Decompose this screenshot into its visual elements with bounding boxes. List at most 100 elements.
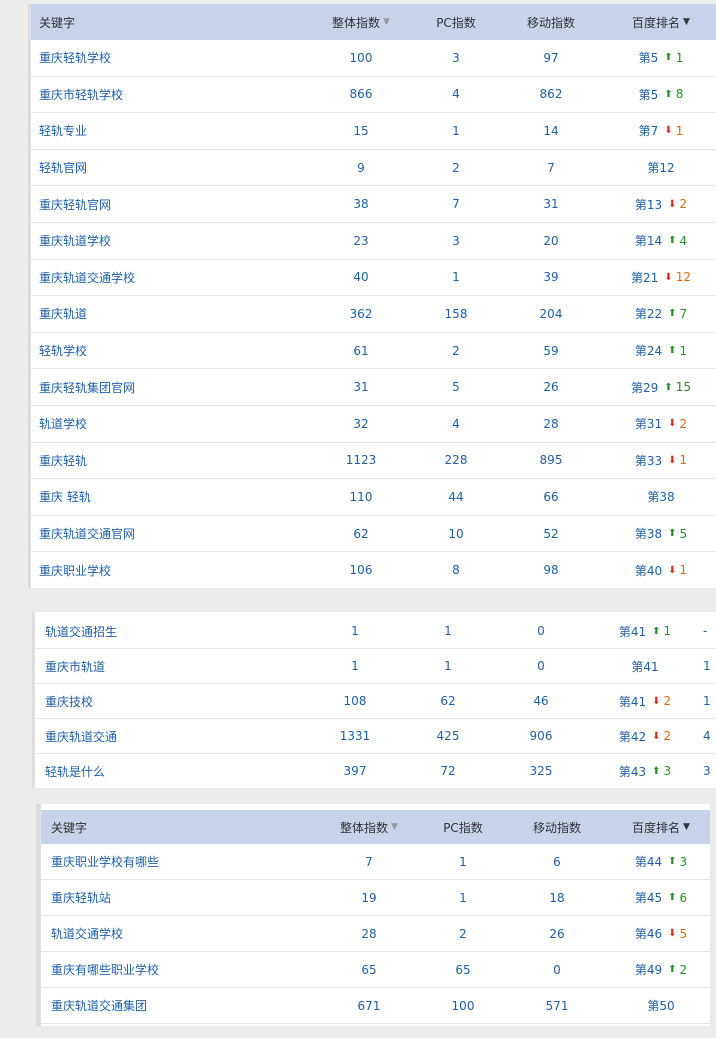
rank-change-value: 3 [679, 854, 688, 869]
keyword-link[interactable]: 轻轨专业 [39, 113, 239, 149]
header-baidu-rank[interactable]: 百度排名 ▼ [601, 4, 716, 40]
mobile-index-value: 59 [543, 343, 559, 358]
keyword-link[interactable]: 重庆轻轨站 [51, 880, 251, 915]
mobile-index-value: 31 [543, 197, 559, 212]
rank-change-value: 3 [663, 764, 672, 778]
header-baidu-rank[interactable]: 百度排名 ▼ [601, 810, 710, 844]
sort-caret-icon[interactable]: ▼ [683, 822, 690, 832]
mobile-index-value: 14 [543, 123, 559, 138]
rank-value: 第38 [634, 527, 663, 542]
table-row: 轨道交通招生 1 1 0 第41 ⬆ 1- [35, 614, 716, 649]
keyword-link[interactable]: 轻轨官网 [39, 150, 239, 186]
arrow-down-icon: ⬇ [652, 730, 661, 742]
table-row: 重庆技校 108 62 46 第41 ⬇ 2 1 [35, 684, 716, 719]
table-row: 轻轨官网 9 2 7 第12 [31, 150, 716, 187]
arrow-down-icon: ⬇ [664, 125, 673, 137]
rank-value: 第41 [631, 659, 659, 674]
rank-value: 第21 [631, 270, 659, 285]
keyword-link[interactable]: 重庆轻轨学校 [39, 40, 239, 76]
header-baidu-rank-label: 百度排名 [632, 15, 681, 30]
header-pc-index-label: PC指数 [436, 15, 476, 30]
rank-change: ⬆ 2 [668, 963, 687, 977]
keyword-link[interactable]: 重庆职业学校有哪些 [51, 844, 251, 879]
keyword-link[interactable]: 重庆轨道 [39, 296, 239, 332]
rank-change-value: 1 [679, 453, 688, 468]
baidu-rank-cell: 第12 [601, 150, 716, 186]
header-baidu-rank-label: 百度排名 [632, 820, 681, 835]
overall-index-value: 23 [353, 233, 369, 248]
keyword-link[interactable]: 重庆轨道学校 [39, 223, 239, 259]
keyword-link[interactable]: 重庆轻轨集团官网 [39, 369, 239, 405]
overall-index-value: 65 [361, 962, 377, 977]
rank-value: 第50 [647, 999, 675, 1013]
mobile-index-value: 26 [549, 926, 565, 941]
mobile-index-value: 52 [543, 526, 559, 541]
header-overall-index[interactable]: 整体指数 ▼ [311, 4, 411, 40]
pc-index-value: 44 [448, 489, 464, 504]
keyword-link[interactable]: 重庆职业学校 [39, 552, 239, 588]
keyword-link[interactable]: 重庆轨道交通学校 [39, 260, 239, 296]
keyword-table-1: 关键字 整体指数 ▼ PC指数 移动指数 百度排名 ▼ 重庆轻轨学校 100 3 97 第5 ⬆ 1 重庆市… [30, 4, 716, 588]
rank-change: ⬆ 6 [668, 891, 687, 905]
rank-change: ⬇ 1 [668, 563, 687, 577]
pc-index-value: 100 [451, 998, 475, 1013]
header-pc-index-label: PC指数 [443, 820, 483, 835]
table-row: 轻轨是什么 397 72 325 第43 ⬆ 3 3 [35, 754, 716, 788]
overall-index-value: 1 [351, 659, 359, 673]
rank-change: ⬆ 5 [668, 527, 687, 541]
keyword-link[interactable]: 重庆轻轨 [39, 443, 239, 479]
rank-change-value: 2 [663, 729, 672, 743]
keyword-link[interactable]: 重庆市轨道 [45, 649, 245, 683]
header-keyword: 关键字 [39, 4, 239, 40]
rank-change-value: 1 [679, 563, 688, 578]
keyword-link[interactable]: 重庆市轻轨学校 [39, 77, 239, 113]
header-keyword: 关键字 [51, 810, 251, 844]
table-row: 重庆轻轨 1123 228 895 第33 ⬇ 1 [31, 443, 716, 480]
pc-index-value: 1 [452, 270, 460, 285]
arrow-up-icon: ⬆ [664, 52, 673, 64]
overall-index-value: 31 [353, 380, 369, 395]
baidu-rank-cell: 第24 ⬆ 1 [601, 333, 716, 369]
pc-index-value: 1 [444, 659, 452, 673]
table-header: 关键字 整体指数 ▼ PC指数 移动指数 百度排名 ▼ [31, 4, 716, 40]
sort-caret-icon[interactable]: ▼ [391, 822, 398, 832]
keyword-link[interactable]: 重庆轻轨官网 [39, 186, 239, 222]
mobile-index-value: 6 [553, 854, 561, 869]
rank-value: 第49 [634, 963, 663, 977]
overall-index-value: 1123 [345, 453, 377, 468]
rank-change: ⬆ 15 [664, 380, 691, 394]
rank-value: 第7 [638, 124, 659, 139]
arrow-up-icon: ⬆ [668, 308, 677, 320]
mobile-index-value: 46 [533, 694, 549, 708]
keyword-link[interactable]: 轨道学校 [39, 406, 239, 442]
sort-caret-icon[interactable]: ▼ [383, 17, 390, 27]
keyword-link[interactable]: 重庆轨道交通集团 [51, 988, 251, 1023]
baidu-rank-cell: 第5 ⬆ 1 [601, 40, 716, 76]
rank-change-value: 5 [679, 526, 688, 541]
keyword-link[interactable]: 重庆技校 [45, 684, 245, 718]
arrow-up-icon: ⬆ [664, 381, 673, 393]
keyword-table-2: 轨道交通招生 1 1 0 第41 ⬆ 1- 重庆市轨道 1 1 0 第41 1 重庆技校 108 62 46 第4… [34, 612, 716, 788]
keyword-link[interactable]: 轻轨学校 [39, 333, 239, 369]
rank-value: 第42 [618, 729, 647, 744]
rank-change: ⬆ 1 [664, 51, 683, 65]
baidu-rank-cell: 第29 ⬆ 15 [601, 369, 716, 405]
truncated-column-value: 3 [703, 764, 711, 778]
rank-value: 第12 [647, 161, 675, 176]
mobile-index-value: 0 [537, 624, 545, 638]
keyword-link[interactable]: 重庆轨道交通官网 [39, 516, 239, 552]
keyword-link[interactable]: 重庆 轻轨 [39, 479, 239, 515]
arrow-up-icon: ⬆ [668, 235, 677, 247]
rank-value: 第24 [634, 344, 663, 359]
keyword-link[interactable]: 轻轨是什么 [45, 754, 245, 788]
header-overall-index[interactable]: 整体指数 ▼ [319, 810, 419, 844]
rank-value: 第14 [634, 234, 663, 249]
sort-caret-icon[interactable]: ▼ [683, 17, 690, 27]
rank-change: ⬇ 2 [652, 694, 671, 708]
keyword-link[interactable]: 轨道交通招生 [45, 614, 245, 648]
keyword-link[interactable]: 轨道交通学校 [51, 916, 251, 951]
keyword-link[interactable]: 重庆有哪些职业学校 [51, 952, 251, 987]
arrow-up-icon: ⬆ [652, 625, 661, 637]
arrow-down-icon: ⬇ [664, 271, 673, 283]
keyword-link[interactable]: 重庆轨道交通 [45, 719, 245, 753]
